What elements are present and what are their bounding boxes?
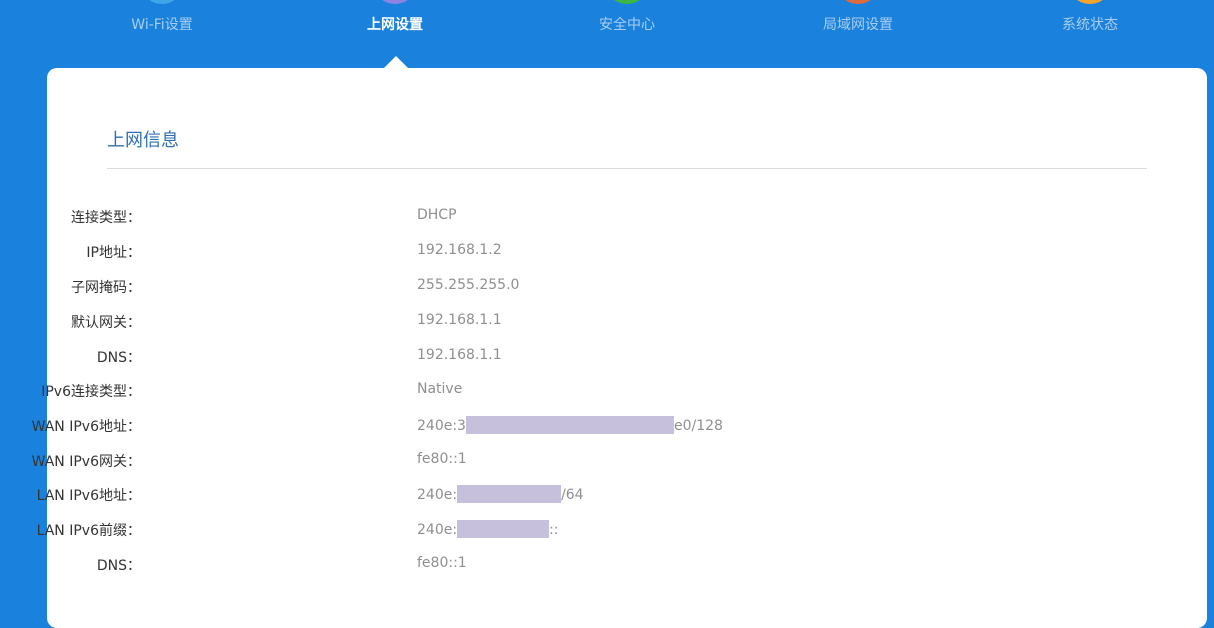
value-prefix: 240e: bbox=[417, 487, 458, 503]
nav-item-system-status[interactable]: 系统状态 bbox=[1020, 0, 1160, 68]
row-label: 默认网关： bbox=[71, 315, 141, 331]
row-value: DHCP bbox=[417, 207, 457, 223]
row-value: 240e: /64 bbox=[417, 485, 584, 503]
wifi-icon bbox=[140, 0, 184, 4]
row-value: fe80::1 bbox=[417, 451, 467, 467]
divider bbox=[107, 168, 1147, 169]
redaction-block bbox=[457, 520, 550, 538]
nav-item-wifi-settings[interactable]: Wi-Fi设置 bbox=[92, 0, 232, 68]
info-row-wan-ipv6-gateway: WAN IPv6网关： fe80::1 bbox=[32, 451, 947, 471]
nav-item-security-center[interactable]: 安全中心 bbox=[557, 0, 697, 68]
row-label: IPv6连接类型： bbox=[41, 384, 141, 400]
row-value: 240e::: bbox=[417, 520, 559, 538]
network-icon bbox=[836, 0, 880, 4]
redaction-block bbox=[457, 485, 562, 503]
section-title: 上网信息 bbox=[107, 130, 179, 151]
info-row-subnet-mask: 子网掩码： 255.255.255.0 bbox=[47, 277, 947, 297]
info-row-ip-address: IP地址： 192.168.1.2 bbox=[47, 242, 947, 262]
active-tab-pointer bbox=[384, 56, 408, 68]
shield-icon bbox=[605, 0, 649, 4]
row-label: WAN IPv6网关： bbox=[31, 454, 141, 470]
value-prefix: 240e:3 bbox=[417, 418, 466, 434]
nav-label: 上网设置 bbox=[367, 17, 423, 33]
row-label: LAN IPv6前缀： bbox=[36, 523, 141, 539]
row-value: 192.168.1.1 bbox=[417, 347, 502, 363]
row-value: 192.168.1.2 bbox=[417, 242, 502, 258]
row-label: DNS： bbox=[96, 558, 141, 574]
nav-label: 系统状态 bbox=[1062, 17, 1118, 33]
row-label: DNS： bbox=[96, 350, 141, 366]
row-label: WAN IPv6地址： bbox=[31, 419, 141, 435]
row-label: IP地址： bbox=[86, 245, 141, 261]
info-row-lan-ipv6-prefix: LAN IPv6前缀： 240e::: bbox=[37, 520, 947, 540]
info-row-dns: DNS： 192.168.1.1 bbox=[47, 347, 947, 367]
nav-label: 安全中心 bbox=[599, 17, 655, 33]
row-value: 240e:3 e0/128 bbox=[417, 416, 723, 434]
nav-label: Wi-Fi设置 bbox=[131, 17, 193, 33]
internet-info-panel: 上网信息 连接类型： DHCP IP地址： 192.168.1.2 子网掩码： … bbox=[32, 68, 1207, 628]
value-suffix: :: bbox=[549, 522, 559, 538]
info-row-connection-type: 连接类型： DHCP bbox=[47, 207, 947, 227]
value-prefix: 240e: bbox=[417, 522, 458, 538]
redaction-block bbox=[465, 416, 674, 434]
info-row-default-gateway: 默认网关： 192.168.1.1 bbox=[47, 312, 947, 332]
row-label: 连接类型： bbox=[71, 210, 141, 226]
row-value: fe80::1 bbox=[417, 555, 467, 571]
row-value: 255.255.255.0 bbox=[417, 277, 520, 293]
nav-item-lan-settings[interactable]: 局域网设置 bbox=[788, 0, 928, 68]
info-row-wan-ipv6-address: WAN IPv6地址： 240e:3 e0/128 bbox=[32, 416, 947, 436]
globe-icon bbox=[373, 0, 417, 4]
row-value: 192.168.1.1 bbox=[417, 312, 502, 328]
nav-label: 局域网设置 bbox=[823, 17, 893, 33]
row-label: LAN IPv6地址： bbox=[36, 488, 141, 504]
top-navigation: Wi-Fi设置 上网设置 安全中心 局域网设置 系统状态 bbox=[0, 0, 1214, 68]
status-icon bbox=[1068, 0, 1112, 4]
value-suffix: e0/128 bbox=[673, 418, 723, 434]
info-row-lan-ipv6-address: LAN IPv6地址： 240e: /64 bbox=[37, 485, 947, 505]
row-label: 子网掩码： bbox=[71, 280, 141, 296]
info-row-dns-v6: DNS： fe80::1 bbox=[47, 555, 947, 575]
row-value: Native bbox=[417, 381, 463, 397]
info-row-ipv6-connection-type: IPv6连接类型： Native bbox=[41, 381, 947, 401]
value-suffix: /64 bbox=[561, 487, 584, 503]
